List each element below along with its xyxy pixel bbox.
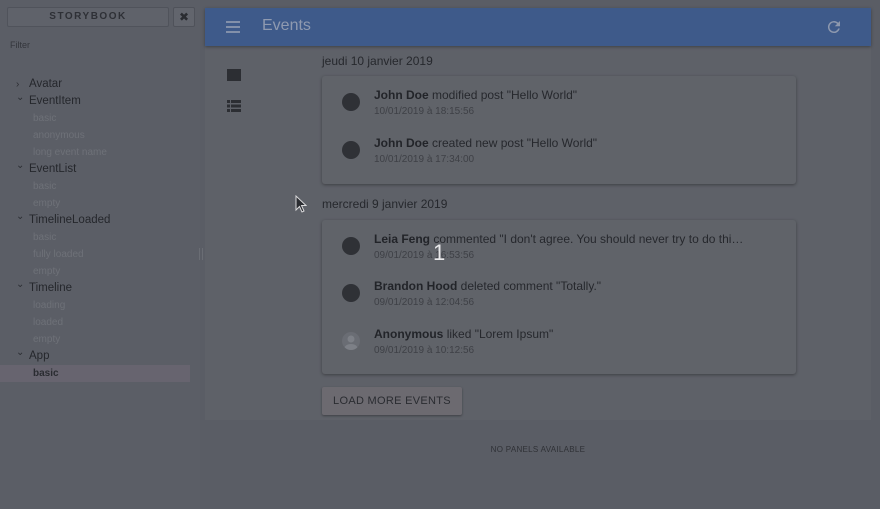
event-actor: John Doe bbox=[374, 136, 429, 150]
chevron-down-icon: ⌄ bbox=[16, 211, 25, 222]
event-time: 09/01/2019 à 10:12:56 bbox=[374, 345, 475, 356]
event-time: 10/01/2019 à 17:34:00 bbox=[374, 154, 475, 165]
chevron-down-icon: ⌄ bbox=[16, 160, 25, 171]
sidebar-story[interactable]: basic bbox=[0, 110, 200, 127]
sidebar-story[interactable]: empty bbox=[0, 331, 200, 348]
event-item[interactable]: Brandon Hood deleted comment "Totally." … bbox=[322, 273, 796, 313]
anonymous-avatar-icon bbox=[342, 332, 360, 350]
event-time: 09/01/2019 à 12:04:56 bbox=[374, 297, 475, 308]
close-icon[interactable]: ✖ bbox=[173, 7, 195, 27]
chevron-down-icon: ⌄ bbox=[16, 279, 25, 290]
event-actor: Anonymous bbox=[374, 327, 444, 341]
chevron-down-icon: ⌄ bbox=[16, 347, 25, 358]
event-text: created new post "Hello World" bbox=[432, 136, 598, 150]
sidebar-kind-label: Avatar bbox=[29, 78, 63, 90]
event-text: modified post "Hello World" bbox=[432, 88, 578, 102]
storybook-sidebar: STORYBOOK ✖ Filter › Avatar ⌄ EventItem basi… bbox=[0, 0, 203, 509]
event-actor: Leia Feng bbox=[374, 232, 431, 246]
event-list-card: John Doe modified post "Hello World" 10/… bbox=[322, 76, 796, 184]
refresh-icon[interactable] bbox=[825, 18, 843, 36]
avatar bbox=[342, 284, 360, 302]
preview-frame: Events jeudi 10 janvier 2019 John Doe mo… bbox=[205, 8, 871, 420]
mouse-cursor-icon bbox=[295, 195, 307, 213]
sidebar-story[interactable]: anonymous bbox=[0, 127, 200, 144]
event-text: deleted comment "Totally." bbox=[460, 279, 602, 293]
page-title: Events bbox=[262, 17, 311, 34]
sidebar-story[interactable]: basic bbox=[0, 178, 200, 195]
sidebar-story[interactable]: basic bbox=[0, 229, 200, 246]
event-item[interactable]: John Doe created new post "Hello World" … bbox=[322, 130, 796, 170]
sidebar-resize-handle[interactable] bbox=[199, 248, 203, 260]
event-item[interactable]: Anonymous liked "Lorem Ipsum" 09/01/2019… bbox=[322, 321, 796, 361]
sidebar-story[interactable]: long event name bbox=[0, 144, 200, 161]
date-header: jeudi 10 janvier 2019 bbox=[322, 54, 433, 68]
sidebar-kind[interactable]: ⌄ EventList bbox=[0, 160, 200, 178]
filter-input[interactable]: Filter bbox=[10, 40, 30, 50]
sidebar-kind-label: App bbox=[29, 350, 50, 362]
view-list-icon[interactable] bbox=[227, 100, 241, 112]
event-time: 10/01/2019 à 18:15:56 bbox=[374, 106, 475, 117]
avatar bbox=[342, 93, 360, 111]
addons-panel-placeholder: NO PANELS AVAILABLE bbox=[490, 445, 586, 454]
sidebar-kind-label: TimelineLoaded bbox=[29, 214, 111, 226]
sidebar-kind[interactable]: ⌄ EventItem bbox=[0, 92, 200, 110]
event-text: liked "Lorem Ipsum" bbox=[446, 327, 554, 341]
storybook-title-button[interactable]: STORYBOOK bbox=[7, 7, 169, 27]
sidebar-story[interactable]: loading bbox=[0, 297, 200, 314]
sidebar-story[interactable]: loaded bbox=[0, 314, 200, 331]
avatar bbox=[342, 141, 360, 159]
step-marker: 1 bbox=[433, 240, 446, 265]
event-actor: Brandon Hood bbox=[374, 279, 458, 293]
sidebar-story[interactable]: empty bbox=[0, 263, 200, 280]
app-bar: Events bbox=[205, 8, 871, 46]
load-more-button[interactable]: LOAD MORE EVENTS bbox=[322, 387, 462, 415]
chevron-down-icon: ⌄ bbox=[16, 92, 25, 103]
sidebar-story[interactable]: fully loaded bbox=[0, 246, 200, 263]
sidebar-kind[interactable]: ⌄ TimelineLoaded bbox=[0, 211, 200, 229]
event-actor: John Doe bbox=[374, 88, 429, 102]
event-item[interactable]: Leia Feng commented "I don't agree. You … bbox=[322, 226, 796, 266]
sidebar-kind-label: EventList bbox=[29, 163, 77, 175]
view-module-icon[interactable] bbox=[227, 69, 241, 81]
sidebar-story[interactable]: empty bbox=[0, 195, 200, 212]
sidebar-kind[interactable]: ⌄ Timeline bbox=[0, 279, 200, 297]
menu-icon[interactable] bbox=[226, 21, 240, 33]
event-time: 09/01/2019 à 16:53:56 bbox=[374, 250, 475, 261]
story-tree: › Avatar ⌄ EventItem basic anonymous long even… bbox=[0, 76, 200, 382]
event-text: commented "I don't agree. You should nev… bbox=[433, 232, 744, 246]
avatar bbox=[342, 237, 360, 255]
sidebar-kind[interactable]: ⌄ App bbox=[0, 347, 200, 365]
event-item[interactable]: John Doe modified post "Hello World" 10/… bbox=[322, 82, 796, 122]
event-list-card: Leia Feng commented "I don't agree. You … bbox=[322, 220, 796, 374]
sidebar-kind-label: EventItem bbox=[29, 95, 81, 107]
sidebar-kind-label: Timeline bbox=[29, 282, 73, 294]
sidebar-story[interactable]: basic bbox=[0, 365, 190, 382]
date-header: mercredi 9 janvier 2019 bbox=[322, 197, 448, 211]
sidebar-kind[interactable]: › Avatar bbox=[0, 76, 200, 93]
